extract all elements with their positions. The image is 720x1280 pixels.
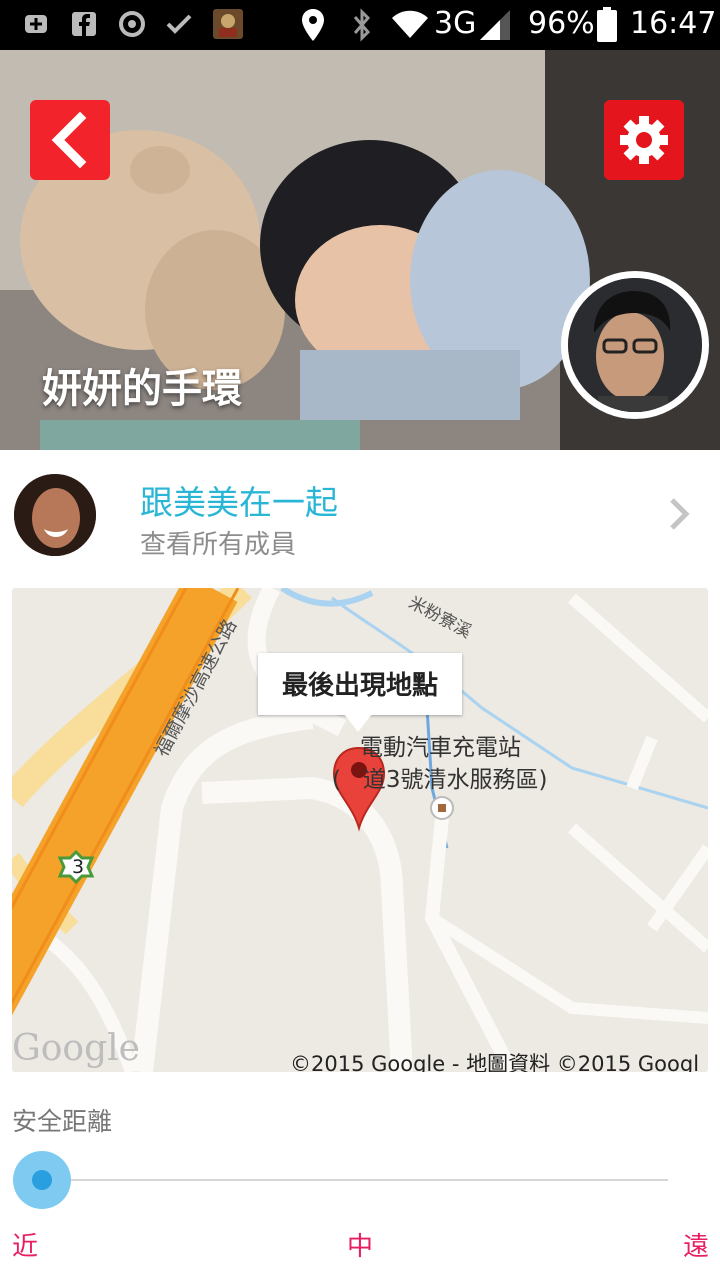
- member-avatar: [14, 474, 96, 556]
- clock: 16:47: [630, 6, 717, 41]
- settings-button[interactable]: [604, 100, 684, 180]
- network-type: 3G: [434, 6, 477, 41]
- battery-icon: [597, 7, 617, 42]
- bluetooth-icon: [353, 8, 371, 42]
- safe-distance-slider-thumb[interactable]: [32, 1170, 52, 1190]
- member-group-row[interactable]: 跟美美在一起 查看所有成員: [0, 450, 720, 585]
- map-copyright: ©2015 Google - 地圖資料 ©2015 Googl: [290, 1052, 700, 1072]
- distance-mid-label: 中: [347, 1232, 374, 1262]
- add-notification-icon: [25, 15, 47, 33]
- gear-icon: [620, 116, 668, 164]
- poi-name-line1: 電動汽車充電站: [360, 735, 521, 761]
- last-seen-callout[interactable]: 最後出現地點: [258, 653, 462, 715]
- facebook-icon: [72, 12, 96, 36]
- battery-percent: 96%: [528, 6, 595, 41]
- app-notification-icon: [119, 11, 145, 37]
- safe-distance-slider-track[interactable]: [40, 1179, 668, 1181]
- check-icon: [166, 14, 192, 34]
- safe-distance-label: 安全距離: [12, 1107, 113, 1136]
- page-title: 妍妍的手環: [42, 366, 242, 412]
- signal-icon: [480, 10, 510, 40]
- wifi-icon: [392, 10, 428, 38]
- poi-name-line2: ( 道3號清水服務區): [332, 767, 548, 793]
- game-notification-icon: [213, 9, 243, 39]
- header-photo: 妍妍的手環: [0, 50, 720, 450]
- member-photo: [14, 474, 96, 556]
- map-view[interactable]: 福爾摩沙高速公路 米粉寮溪 3 最後出現地點 電動汽車充電站 ( 道3號清水服務…: [12, 588, 708, 1072]
- member-group-title: 跟美美在一起: [140, 483, 338, 522]
- distance-near-label: 近: [12, 1232, 39, 1262]
- owner-avatar[interactable]: [561, 271, 709, 419]
- google-logo: Google: [12, 1028, 140, 1069]
- back-arrow-icon: [51, 111, 87, 169]
- status-bar: 3G 96% 16:47: [0, 0, 720, 50]
- owner-photo: [568, 278, 702, 412]
- chevron-right-icon: [670, 498, 690, 530]
- view-all-members-label: 查看所有成員: [140, 530, 297, 560]
- last-seen-callout-text: 最後出現地點: [281, 671, 438, 701]
- location-icon: [302, 9, 324, 41]
- highway-shield-number: 3: [71, 856, 85, 878]
- back-button[interactable]: [30, 100, 110, 180]
- distance-far-label: 遠: [683, 1232, 710, 1262]
